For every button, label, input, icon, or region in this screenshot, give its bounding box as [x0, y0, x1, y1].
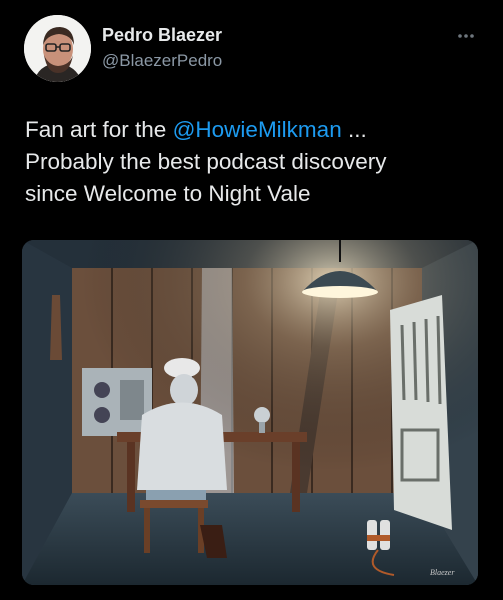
tweet-text: Fan art for the @HowieMilkman ... Probab… [25, 114, 485, 210]
user-handle[interactable]: @BlaezerPedro [102, 51, 222, 71]
tweet-media-image[interactable]: Blaezer [22, 240, 478, 585]
tweet-text-prefix: Fan art for the [25, 117, 173, 142]
tweet-text-ellipsis: ... [341, 117, 367, 142]
avatar-portrait [24, 15, 91, 82]
user-avatar[interactable] [24, 15, 91, 82]
tweet-line-1: Fan art for the @HowieMilkman ... [25, 114, 485, 146]
more-horizontal-icon[interactable] [457, 28, 475, 38]
fan-art-illustration: Blaezer [22, 240, 478, 585]
display-name[interactable]: Pedro Blaezer [102, 25, 222, 46]
artist-signature: Blaezer [430, 568, 455, 577]
tweet-line-3: since Welcome to Night Vale [25, 181, 311, 206]
mention-link[interactable]: @HowieMilkman [173, 117, 342, 142]
tweet-line-2: Probably the best podcast discovery [25, 149, 387, 174]
